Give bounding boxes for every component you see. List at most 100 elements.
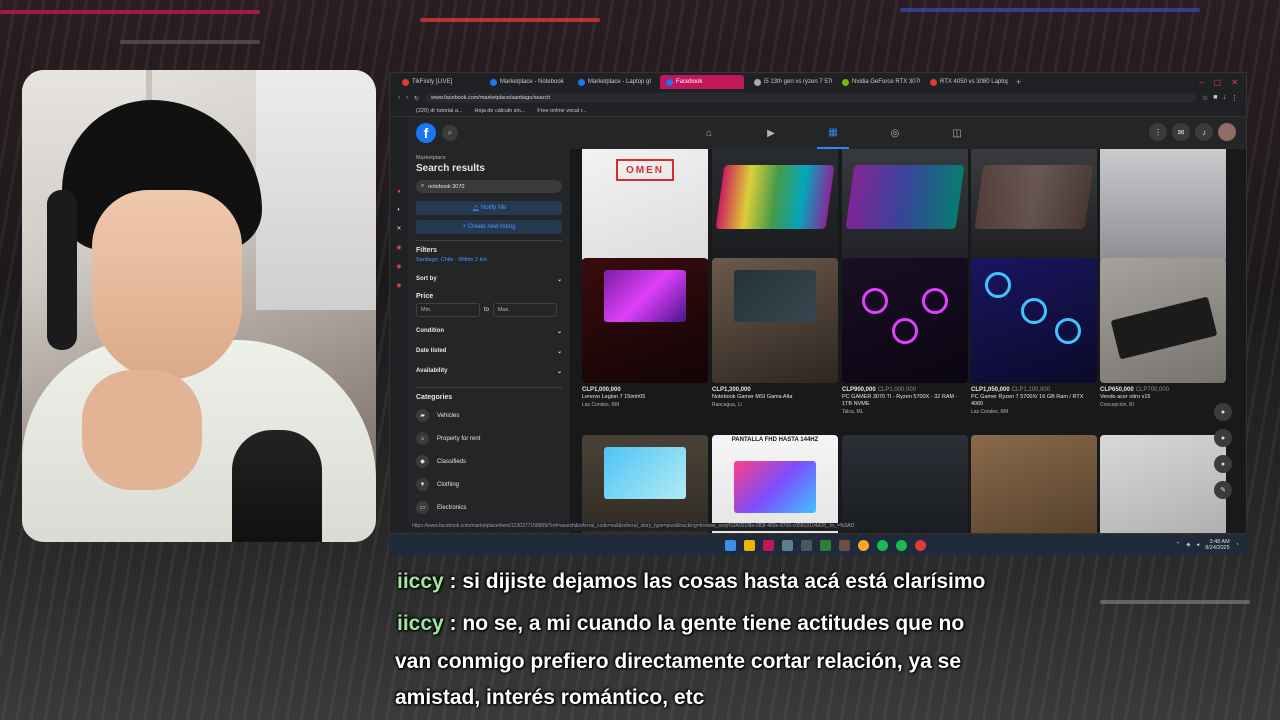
download-icon[interactable]: ↓ (1223, 94, 1227, 102)
listing-title[interactable]: PC GAMER 3070 TI - Ryzen 5700X - 32 RAM … (842, 394, 968, 408)
new-tab-icon[interactable]: + (1012, 77, 1025, 87)
listing-photo[interactable]: OMEN (582, 149, 708, 262)
clock[interactable]: 3:48 AM 8/24/2025 (1205, 539, 1229, 551)
url-field[interactable]: www.facebook.com/marketplace/santiago/se… (425, 93, 1196, 103)
browser-tab[interactable]: Marketplace - Laptop gt (572, 75, 656, 89)
max-price-input[interactable]: Max. (493, 303, 558, 317)
menu-icon[interactable]: ⋮ (1231, 94, 1238, 102)
listing-photo[interactable] (712, 149, 838, 262)
minimize-icon[interactable]: – (1199, 78, 1203, 87)
category-property[interactable]: ⌂ Property for rent (416, 427, 562, 450)
facebook-logo-icon[interactable]: f (416, 123, 436, 143)
listing-photo[interactable] (842, 258, 968, 383)
app-icon[interactable] (915, 539, 926, 551)
forward-icon[interactable]: › (406, 95, 408, 101)
browser-tab[interactable]: Nvidia GeForce RTX 3070 (836, 75, 920, 89)
listing-photo[interactable] (1100, 435, 1226, 533)
listing-card[interactable] (1100, 435, 1226, 533)
messenger-icon[interactable]: ✉ (1172, 123, 1190, 141)
sort-by-dropdown[interactable]: Sort by ⌄ (416, 269, 562, 289)
listing-title[interactable]: Vendo acer nitro v15 (1100, 394, 1226, 401)
notification-bell-icon[interactable]: ◔ (1236, 542, 1239, 548)
listing-photo[interactable] (582, 435, 708, 533)
min-price-input[interactable]: Min. (416, 303, 480, 317)
create-listing-button[interactable]: + Create new listing (416, 220, 562, 234)
listing-card[interactable]: CLP650,000 CLP700,000 Vendo acer nitro v15… (1100, 258, 1226, 408)
reload-icon[interactable]: ↻ (414, 95, 419, 102)
listing-photo[interactable] (971, 258, 1097, 383)
app-icon[interactable] (858, 539, 869, 551)
listing-card[interactable]: CLP900,000 CLP1,000,000 PC GAMER 3070 TI -… (842, 258, 968, 415)
video-icon[interactable]: ▶ (755, 117, 787, 149)
file-explorer-icon[interactable] (744, 539, 755, 551)
availability-dropdown[interactable]: Availability ⌄ (416, 361, 562, 381)
listing-card[interactable] (842, 435, 968, 533)
listing-card[interactable] (582, 435, 708, 533)
browser-tab[interactable]: Facebook (660, 75, 744, 89)
notify-me-button[interactable]: 🔔︎ Notify Me (416, 201, 562, 215)
back-icon[interactable]: ‹ (398, 95, 400, 101)
listing-card[interactable]: CLP1,000,000 Lenovo Legion 7 15imh05 Las C… (582, 258, 708, 408)
browser-tab[interactable]: RTX 4050 vs 3080 Laptop (924, 75, 1008, 89)
gaming-icon[interactable]: ◫ (941, 117, 973, 149)
app-icon[interactable] (782, 539, 793, 551)
chat-head-avatar[interactable]: ● (1214, 455, 1232, 473)
listing-card[interactable]: CLP1,300,000 Notebook Gamer MSI Gama Alta… (712, 258, 838, 408)
condition-dropdown[interactable]: Condition ⌄ (416, 321, 562, 341)
rail-icon[interactable]: ◉ (396, 282, 401, 289)
rail-icon[interactable]: ✕ (396, 225, 401, 232)
app-icon[interactable] (896, 539, 907, 551)
listing-title[interactable]: PC Gamer Ryzen 7 5700X/ 16 GB Ram / RTX … (971, 394, 1097, 408)
marketplace-icon[interactable]: ▦ (817, 117, 849, 149)
extension-icon[interactable]: ■ (1213, 94, 1217, 102)
date-listed-dropdown[interactable]: Date listed ⌄ (416, 341, 562, 361)
browser-tab[interactable]: Marketplace - Notebook (484, 75, 568, 89)
bookmark-item[interactable]: Free online vocal r... (537, 108, 587, 114)
rail-icon[interactable]: ◉ (396, 263, 401, 270)
notifications-icon[interactable]: ♪ (1195, 123, 1213, 141)
network-icon[interactable]: ◈ (1186, 542, 1190, 548)
category-electronics[interactable]: ▭ Electronics (416, 496, 562, 519)
category-classifieds[interactable]: ◆ Classifieds (416, 450, 562, 473)
listing-photo[interactable] (712, 258, 838, 383)
windows-start-icon[interactable] (725, 539, 736, 551)
rail-icon[interactable]: ● (397, 189, 401, 195)
search-input[interactable]: ⌕ notebook 3070 (416, 180, 562, 193)
browser-icon[interactable] (763, 539, 774, 551)
listing-photo[interactable]: PANTALLA FHD HASTA 144HZ (712, 435, 838, 533)
listing-photo[interactable] (1100, 258, 1226, 383)
close-icon[interactable]: ✕ (1231, 78, 1238, 87)
maximize-icon[interactable]: ▢ (1214, 78, 1222, 87)
volume-icon[interactable]: ◂ (1196, 542, 1199, 548)
category-clothing[interactable]: ▼ Clothing (416, 473, 562, 496)
listing-title[interactable]: Lenovo Legion 7 15imh05 (582, 394, 708, 401)
location-filter[interactable]: Santiago, Chile · Within 2 km (416, 257, 562, 263)
listing-card[interactable]: PANTALLA FHD HASTA 144HZ (712, 435, 838, 533)
bookmark-icon[interactable]: ☆ (1202, 94, 1208, 102)
listing-photo[interactable] (842, 149, 968, 262)
browser-tab[interactable]: TikFinity [LIVE] (396, 75, 480, 89)
app-icon[interactable] (820, 539, 831, 551)
menu-grid-icon[interactable]: ⋮ (1149, 123, 1167, 141)
listing-photo[interactable] (582, 258, 708, 383)
search-icon[interactable]: ⌕ (442, 125, 458, 141)
bookmark-item[interactable]: Hoja de cálculo sin... (474, 108, 525, 114)
chat-head-avatar[interactable]: ● (1214, 403, 1232, 421)
listing-photo[interactable] (971, 149, 1097, 262)
app-icon[interactable] (801, 539, 812, 551)
rail-icon[interactable]: ◐ (397, 207, 401, 213)
chat-head-avatar[interactable]: ● (1214, 429, 1232, 447)
listing-card[interactable] (971, 435, 1097, 533)
listing-photo[interactable] (971, 435, 1097, 533)
browser-tab[interactable]: i5 13th gen vs ryzen 7 5700 (748, 75, 832, 89)
avatar[interactable] (1218, 123, 1236, 141)
breadcrumb[interactable]: Marketplace (416, 155, 562, 161)
bookmark-item[interactable]: (220) dr tutorial a... (416, 108, 462, 114)
groups-icon[interactable]: ◎ (879, 117, 911, 149)
listing-title[interactable]: Notebook Gamer MSI Gama Alta (712, 394, 838, 401)
rail-icon[interactable]: ◉ (396, 244, 401, 251)
listing-photo[interactable] (842, 435, 968, 533)
category-vehicles[interactable]: ▰ Vehicles (416, 404, 562, 427)
compose-icon[interactable]: ✎ (1214, 481, 1232, 499)
listing-card[interactable]: CLP1,050,000 CLP1,100,000 PC Gamer Ryzen 7… (971, 258, 1097, 415)
